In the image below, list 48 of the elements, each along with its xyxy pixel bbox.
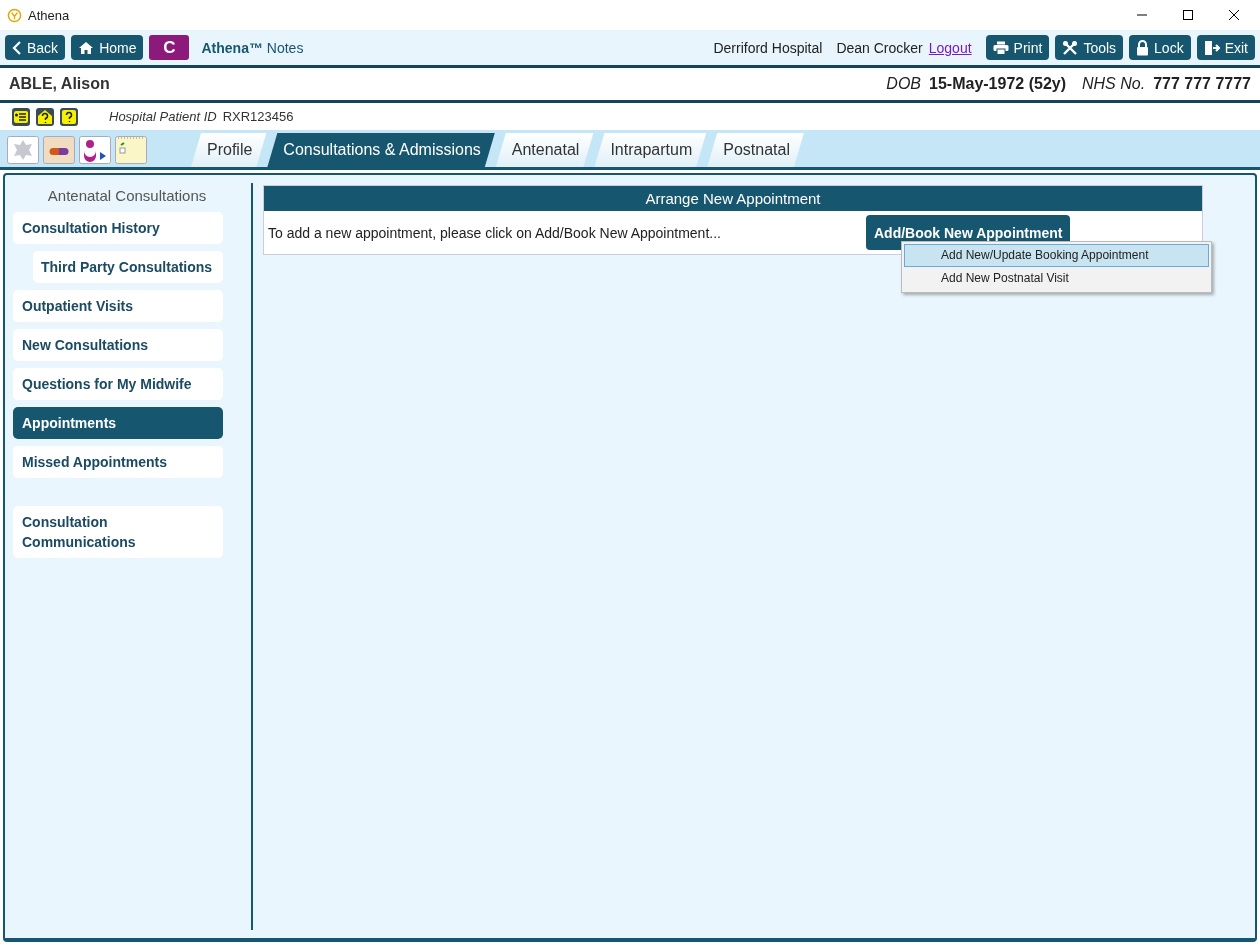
hospital-name: Derriford Hospital <box>713 39 823 56</box>
sidebar-item[interactable]: Third Party Consultations <box>33 251 223 283</box>
tools-icon <box>1062 39 1079 56</box>
alert-icons-drawing[interactable] <box>11 106 79 127</box>
dob-value: 15-May-1972 (52y) <box>929 75 1066 93</box>
chevron-left-icon <box>12 40 22 55</box>
lock-icon <box>1136 39 1150 56</box>
panel-title: Arrange New Appointment <box>264 186 1202 211</box>
logout-link[interactable]: Logout <box>928 39 972 56</box>
sidebar-item[interactable]: Missed Appointments <box>13 446 223 478</box>
app-name: Athena™ Notes <box>201 39 304 56</box>
toolbar-button[interactable]: Back <box>5 35 66 60</box>
toolbar-button[interactable]: Tools <box>1055 35 1124 60</box>
toolbar-button[interactable]: Exit <box>1196 35 1255 60</box>
patient-name: ABLE, Alison <box>9 75 110 93</box>
home-icon <box>78 40 95 55</box>
tab[interactable]: Consultations & Admissions <box>267 133 495 167</box>
sidebar-title: Antenatal Consultations <box>46 187 208 204</box>
menu-item[interactable]: Add New Postnatal Visit <box>904 267 1209 290</box>
instruction-text: To add a new appointment, please click on Add/Book New Appointment... <box>268 224 722 241</box>
close-icon[interactable] <box>1228 9 1240 21</box>
sidebar-item[interactable]: Appointments <box>13 407 223 439</box>
exit-icon <box>1203 39 1220 56</box>
toolbar-button[interactable]: Print <box>985 35 1050 60</box>
sidebar-item[interactable]: Consultation Communications <box>13 506 223 558</box>
sidebar-item[interactable]: Questions for My Midwife <box>13 368 223 400</box>
dob-label: DOB <box>886 75 922 93</box>
nhs-label: NHS No. <box>1082 75 1146 93</box>
sidebar-item[interactable]: Consultation History <box>13 212 223 244</box>
toolbar-button[interactable]: Lock <box>1129 35 1191 60</box>
printer-icon <box>992 40 1009 55</box>
tab[interactable]: Antenatal <box>495 133 594 167</box>
user-name: Dean Crocker <box>836 39 923 56</box>
tab[interactable]: Postnatal <box>707 133 804 167</box>
patient-id-label: Hospital Patient ID <box>109 109 217 124</box>
sidebar-item[interactable]: Outpatient Visits <box>13 290 223 322</box>
maximize-icon[interactable] <box>1182 9 1194 21</box>
sidebar-item[interactable]: New Consultations <box>13 329 223 361</box>
app-logo-icon <box>7 7 22 23</box>
tab[interactable]: Profile <box>191 133 267 167</box>
menu-item[interactable]: Add New/Update Booking Appointment <box>904 244 1209 267</box>
window-title: Athena <box>28 7 70 23</box>
tab[interactable]: Intrapartum <box>594 133 707 167</box>
patient-id-value: RXR123456 <box>222 109 294 124</box>
app-badge[interactable]: C <box>149 35 190 60</box>
pill-icon[interactable] <box>43 136 75 164</box>
toolbar-button[interactable]: Home <box>71 35 144 60</box>
nhs-value: 777 777 7777 <box>1153 75 1251 93</box>
